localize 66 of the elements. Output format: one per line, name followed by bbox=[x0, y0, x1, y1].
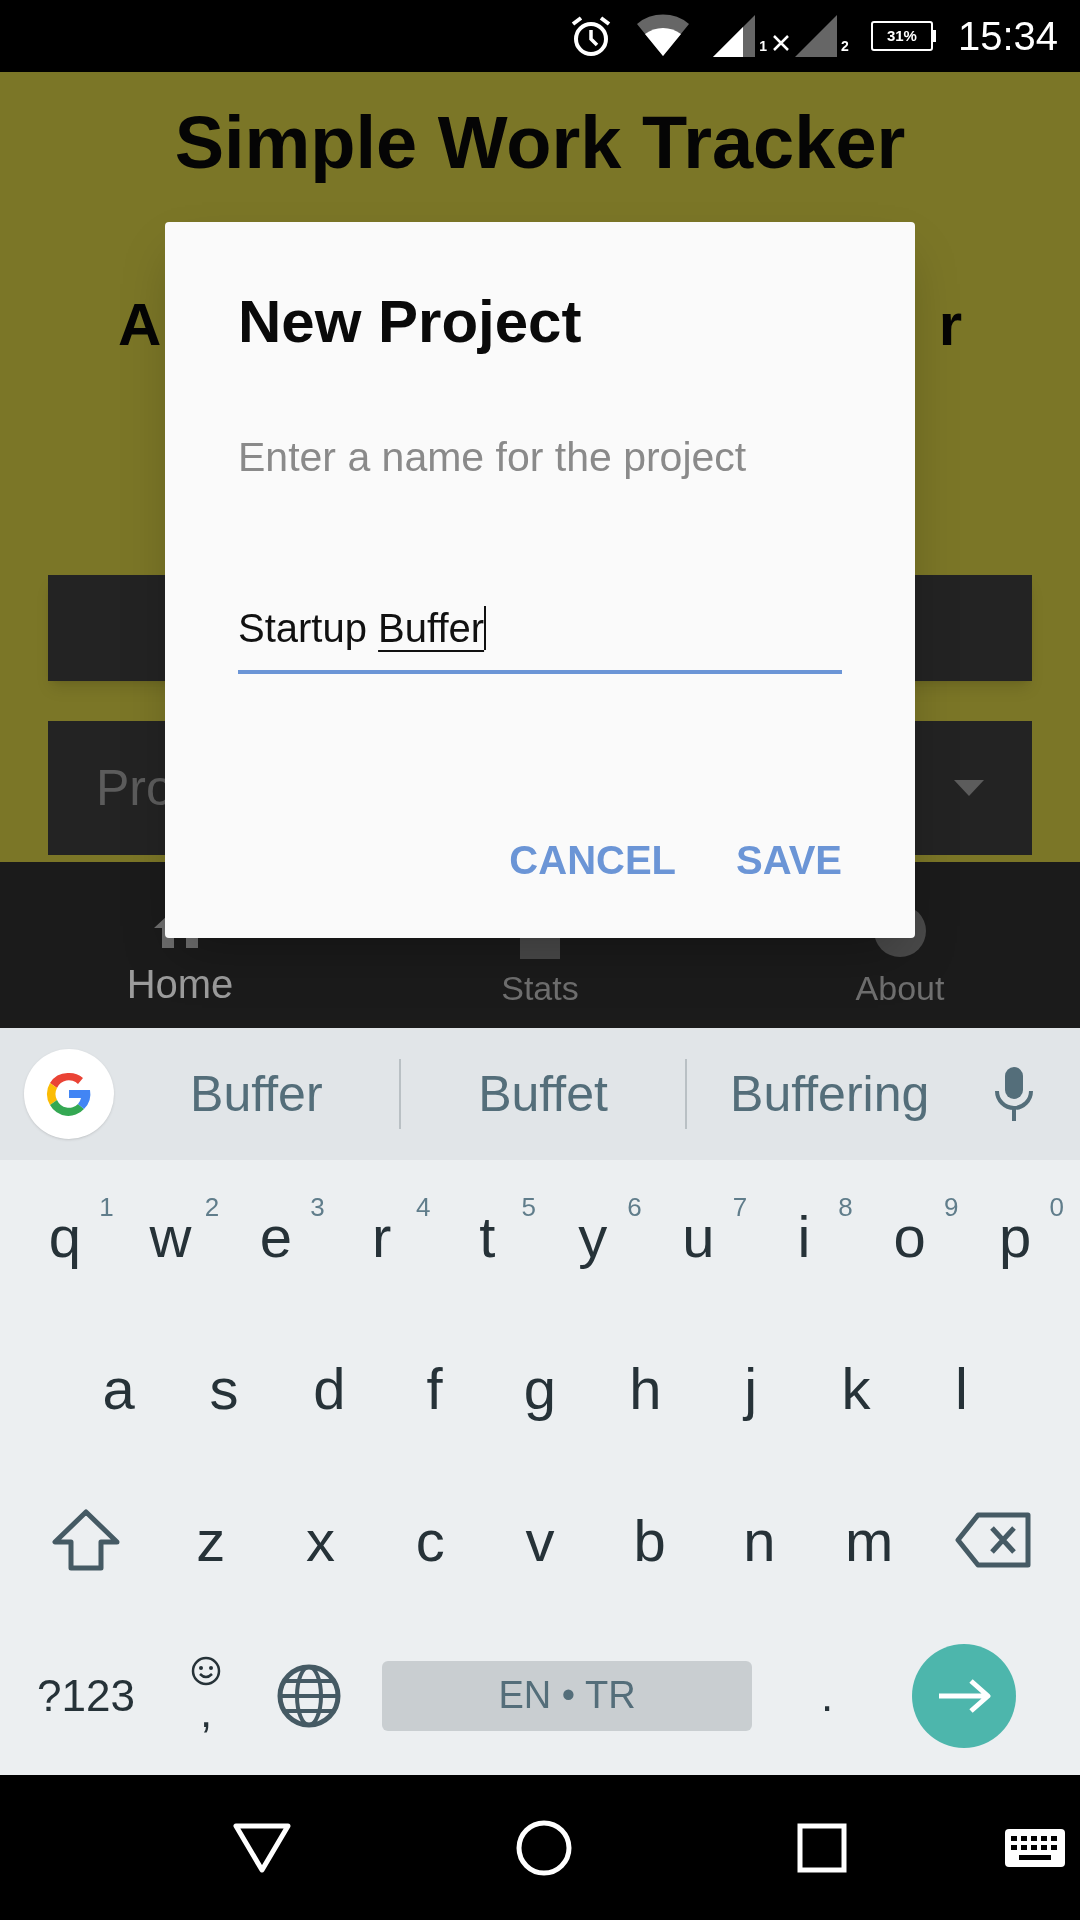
period-key[interactable]: . bbox=[752, 1662, 902, 1729]
letter-key[interactable]: z bbox=[156, 1464, 266, 1616]
sim-label: 2 bbox=[841, 37, 849, 56]
letter-key[interactable]: d bbox=[276, 1312, 382, 1464]
key-hint: 6 bbox=[627, 1191, 642, 1224]
dialog-message: Enter a name for the project bbox=[238, 437, 748, 478]
letter-key[interactable]: s bbox=[171, 1312, 277, 1464]
suggestion-chip[interactable]: Buffer bbox=[114, 1056, 399, 1132]
letter-key[interactable]: c bbox=[375, 1464, 486, 1616]
back-icon[interactable] bbox=[231, 1821, 292, 1874]
project-name-field[interactable]: Startup Buffer bbox=[238, 608, 842, 674]
dialog-title: New Project bbox=[238, 292, 583, 352]
symbols-key[interactable]: ?123 bbox=[16, 1662, 156, 1729]
globe-icon[interactable] bbox=[276, 1662, 342, 1729]
key-hint: 9 bbox=[943, 1191, 959, 1224]
wifi-icon bbox=[635, 14, 692, 58]
letter-key[interactable]: f bbox=[382, 1312, 488, 1464]
heading-text: r bbox=[938, 295, 962, 355]
battery-percent: 31% bbox=[886, 25, 917, 46]
letter-key[interactable]: n bbox=[704, 1464, 815, 1616]
microphone-icon[interactable] bbox=[992, 1065, 1036, 1123]
signal-icon bbox=[795, 15, 840, 57]
letter-key[interactable]: y 6 bbox=[540, 1160, 646, 1312]
letter-key[interactable]: w 2 bbox=[117, 1160, 224, 1312]
heading-text: A bbox=[118, 295, 162, 355]
letter-key[interactable]: b bbox=[594, 1464, 705, 1616]
letter-key[interactable]: m bbox=[814, 1464, 924, 1616]
letter-key[interactable]: u 7 bbox=[645, 1160, 752, 1312]
suggestion-chip[interactable]: Buffet bbox=[400, 1056, 686, 1132]
letter-key[interactable]: r 4 bbox=[328, 1160, 435, 1312]
key-hint: 7 bbox=[732, 1191, 748, 1224]
sim-label: 1 bbox=[759, 37, 768, 56]
letter-key[interactable]: k bbox=[803, 1312, 909, 1464]
emoji-comma-key[interactable]: , bbox=[156, 1654, 256, 1737]
key-hint: 3 bbox=[310, 1191, 325, 1224]
letter-key[interactable]: i 8 bbox=[751, 1160, 857, 1312]
letter-key[interactable]: e 3 bbox=[223, 1160, 329, 1312]
emoji-icon bbox=[190, 1654, 222, 1687]
key-hint: 4 bbox=[415, 1191, 431, 1224]
home-circle-icon[interactable] bbox=[515, 1818, 573, 1877]
letter-key[interactable]: x bbox=[265, 1464, 376, 1616]
letter-key[interactable]: t 5 bbox=[434, 1160, 540, 1312]
clock: 15:34 bbox=[957, 13, 1058, 60]
signal-icon bbox=[713, 15, 758, 57]
key-hint: 5 bbox=[521, 1191, 536, 1224]
letter-key[interactable]: o 9 bbox=[856, 1160, 963, 1312]
letter-key[interactable]: q 1 bbox=[12, 1160, 118, 1312]
letter-key[interactable]: a bbox=[66, 1312, 172, 1464]
letter-key[interactable]: p 0 bbox=[962, 1160, 1068, 1312]
no-signal-cross-icon bbox=[771, 33, 792, 53]
dropdown-caret-icon bbox=[954, 780, 984, 796]
key-hint: 0 bbox=[1049, 1191, 1064, 1224]
recents-icon[interactable] bbox=[796, 1821, 849, 1874]
key-hint: 2 bbox=[204, 1191, 220, 1224]
letter-key[interactable]: j bbox=[698, 1312, 804, 1464]
letter-key[interactable]: g bbox=[487, 1312, 593, 1464]
suggestion-chip[interactable]: Buffering bbox=[687, 1056, 972, 1132]
keyboard-icon[interactable] bbox=[1004, 1827, 1066, 1868]
letter-key[interactable]: h bbox=[592, 1312, 698, 1464]
backspace-icon bbox=[954, 1511, 1034, 1569]
key-hint: 8 bbox=[838, 1191, 853, 1224]
letter-key[interactable]: v bbox=[485, 1464, 595, 1616]
key-hint: 1 bbox=[99, 1191, 114, 1224]
shift-icon bbox=[51, 1508, 121, 1572]
arrow-right-icon bbox=[937, 1678, 991, 1713]
letter-key[interactable]: l bbox=[908, 1312, 1014, 1464]
